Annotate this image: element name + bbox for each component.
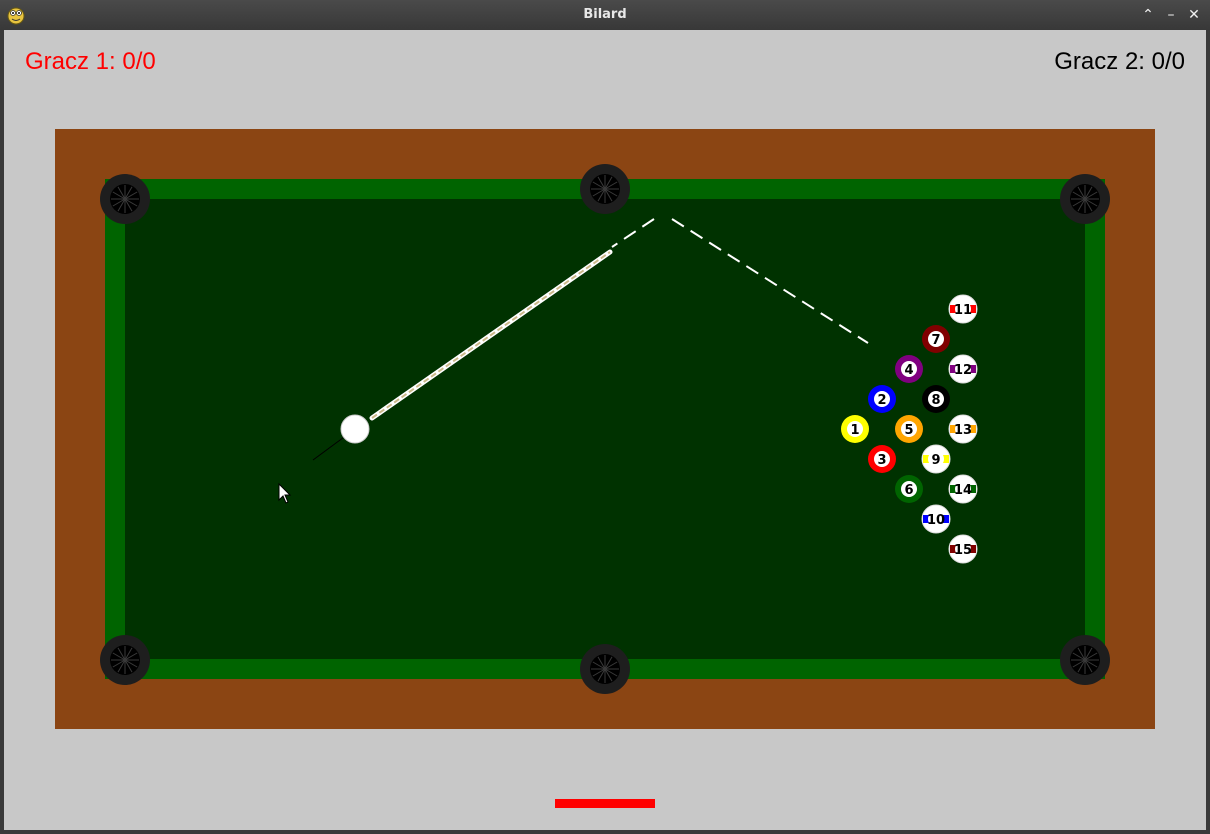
ball-13: 13 <box>948 414 978 444</box>
ball-10: 10 <box>921 504 951 534</box>
ball-number-15: 15 <box>954 543 972 558</box>
pocket-top-right <box>1060 174 1110 224</box>
ball-7: 7 <box>922 325 950 353</box>
ball-number-2: 2 <box>877 393 886 408</box>
shot-power-bar <box>555 799 655 808</box>
ball-12: 12 <box>948 354 978 384</box>
ball-14: 14 <box>948 474 978 504</box>
ball-number-8: 8 <box>931 393 940 408</box>
cue-ball[interactable] <box>340 414 370 444</box>
pocket-bottom-middle <box>580 644 630 694</box>
shot-power-fill <box>555 799 655 808</box>
pool-table-canvas[interactable]: 123456789101112131415 <box>0 0 1210 834</box>
pocket-bottom-left <box>100 635 150 685</box>
ball-number-1: 1 <box>850 423 859 438</box>
ball-5: 5 <box>895 415 923 443</box>
ball-6: 6 <box>895 475 923 503</box>
ball-4: 4 <box>895 355 923 383</box>
ball-15: 15 <box>948 534 978 564</box>
ball-number-14: 14 <box>954 483 972 498</box>
ball-number-10: 10 <box>927 513 945 528</box>
ball-number-4: 4 <box>904 363 913 378</box>
ball-number-7: 7 <box>931 333 940 348</box>
ball-number-11: 11 <box>954 303 972 318</box>
pocket-top-left <box>100 174 150 224</box>
ball-number-13: 13 <box>954 423 972 438</box>
pocket-bottom-right <box>1060 635 1110 685</box>
ball-11: 11 <box>948 294 978 324</box>
ball-8: 8 <box>922 385 950 413</box>
pocket-top-middle <box>580 164 630 214</box>
ball-2: 2 <box>868 385 896 413</box>
ball-number-5: 5 <box>904 423 913 438</box>
table-felt[interactable] <box>125 199 1085 659</box>
ball-number-9: 9 <box>931 453 940 468</box>
ball-9: 9 <box>921 444 951 474</box>
ball-number-6: 6 <box>904 483 913 498</box>
ball-3: 3 <box>868 445 896 473</box>
ball-1: 1 <box>841 415 869 443</box>
ball-number-12: 12 <box>954 363 972 378</box>
ball-number-3: 3 <box>877 453 886 468</box>
